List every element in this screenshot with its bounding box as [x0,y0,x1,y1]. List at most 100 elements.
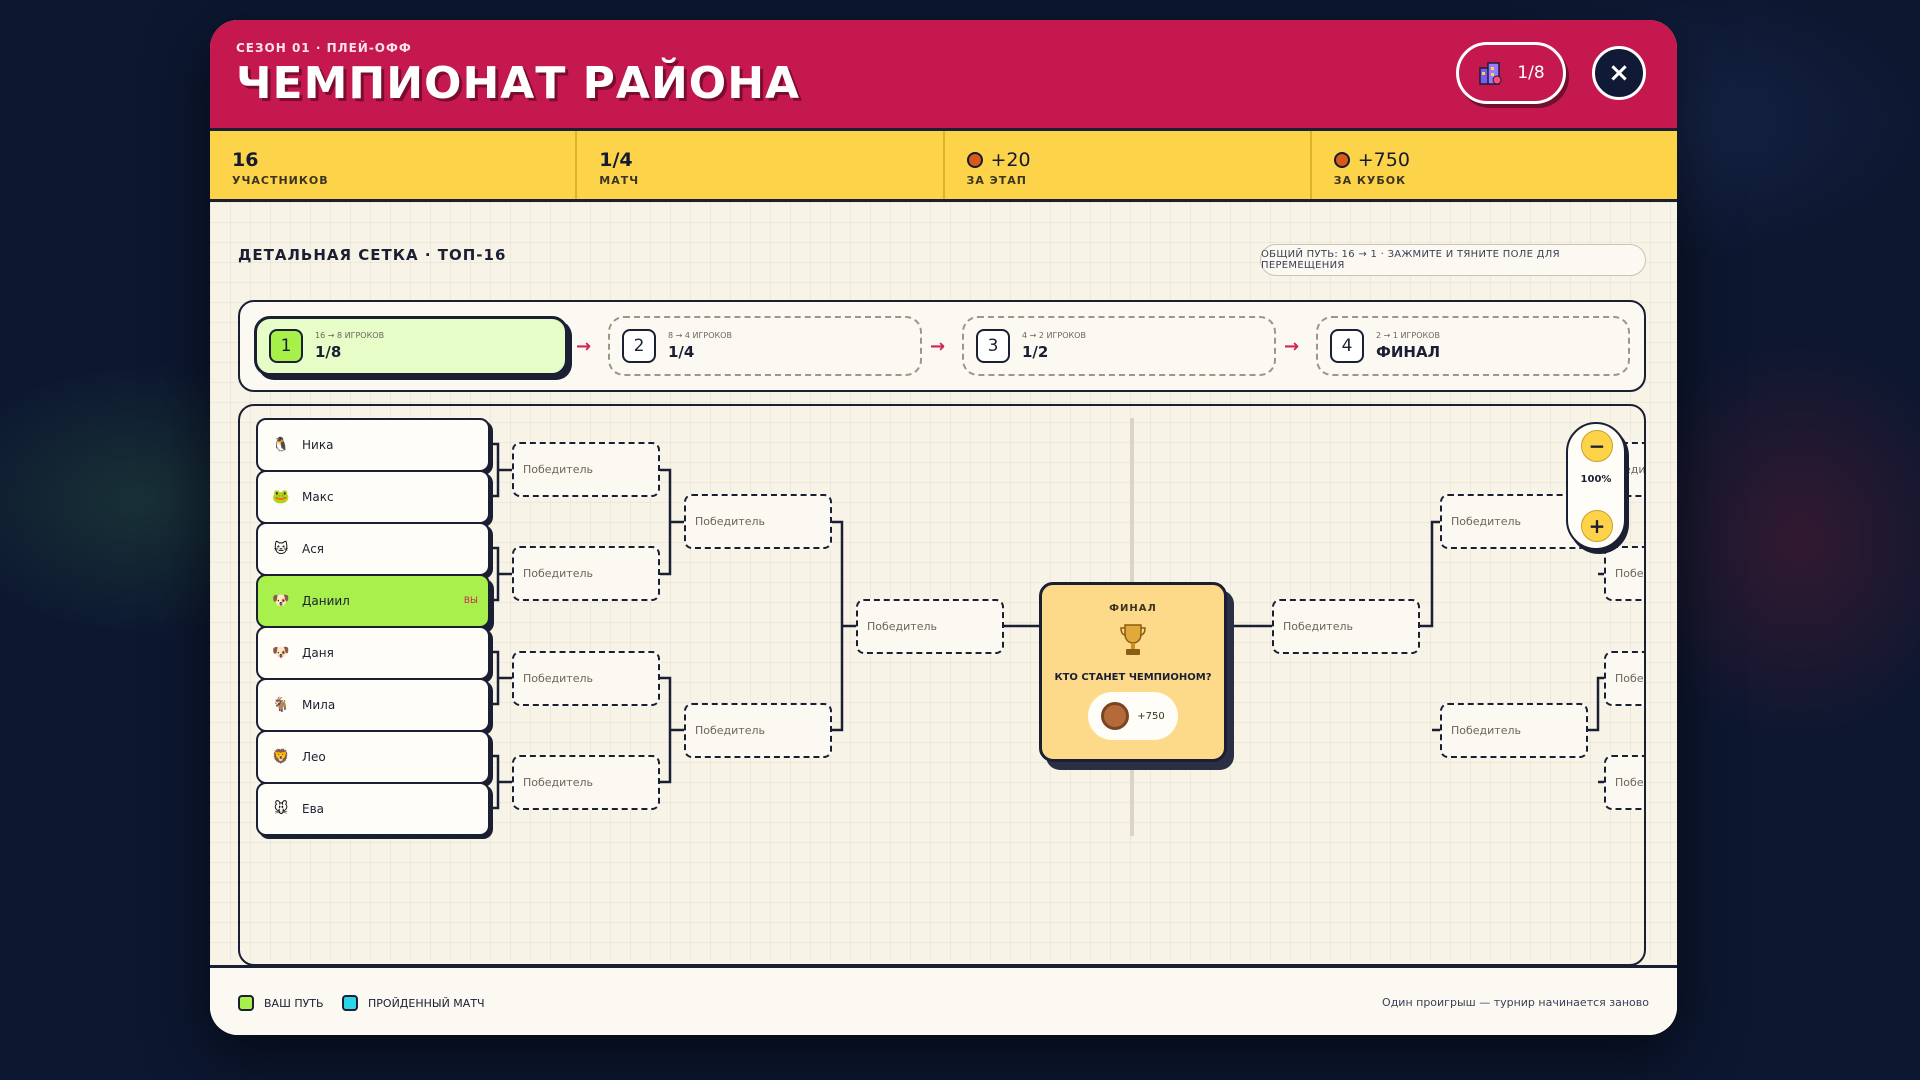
winner-slot[interactable]: Победитель [512,546,660,601]
player-card[interactable]: 🐐 Мила [256,678,490,732]
player-name: Даниил [302,594,350,608]
winner-slot[interactable]: Победитель [512,442,660,497]
winner-slot[interactable]: Побед [1604,755,1644,810]
winner-slot[interactable]: Победитель [1272,599,1420,654]
page-title: ЧЕМПИОНАТ РАЙОНА [236,58,801,109]
mouse-avatar-icon: 🐭 [273,801,289,817]
winner-slot[interactable]: Победитель [512,755,660,810]
stat-stage-reward: +20 ЗА ЭТАП [945,131,1312,199]
player-card[interactable]: 🐶 Даня [256,626,490,680]
final-question: КТО СТАНЕТ ЧЕМПИОНОМ? [1054,672,1212,683]
lion-avatar-icon: 🦁 [272,749,290,765]
stage-sub: 8 → 4 ИГРОКОВ [668,331,732,340]
stat-label: УЧАСТНИКОВ [232,174,329,187]
stage-name: 1/2 [1022,343,1049,361]
player-name: Ася [302,542,325,556]
legend-passed-match: ПРОЙДЕННЫЙ МАТЧ [342,995,485,1011]
legend-your-path: ВАШ ПУТЬ [238,995,324,1011]
player-name: Мила [302,698,336,712]
winner-slot[interactable]: Побед [1604,651,1644,706]
stage-step-1[interactable]: 1 16 → 8 ИГРОКОВ 1/8 [254,316,568,376]
stage-name: ФИНАЛ [1376,343,1441,361]
close-button[interactable]: × [1592,46,1646,100]
stage-number: 1 [269,329,303,363]
stat-cup-reward: +750 ЗА КУБОК [1312,131,1677,199]
stage-arrow-icon: → [576,336,592,357]
player-name: Макс [302,490,334,504]
stage-sub: 4 → 2 ИГРОКОВ [1022,331,1086,340]
zoom-level: 100% [1580,474,1612,485]
stage-number: 4 [1330,329,1364,363]
bracket-canvas[interactable]: 🐧 Ника 🐸 Макс 🐱 Ася 🐶 Даниил ВЫ 🐶 Даня 🐐… [238,404,1646,966]
drag-hint: ОБЩИЙ ПУТЬ: 16 → 1 · ЗАЖМИТЕ И ТЯНИТЕ ПО… [1260,244,1646,276]
zoom-in-button[interactable]: + [1581,510,1613,542]
winner-slot[interactable]: Победитель [1440,703,1588,758]
modal-header: СЕЗОН 01 · ПЛЕЙ-ОФФ ЧЕМПИОНАТ РАЙОНА 1/8… [210,20,1677,128]
dog-avatar-icon: 🐶 [272,593,290,609]
stat-value: 1/4 [599,149,633,171]
stage-step-4[interactable]: 4 2 → 1 ИГРОКОВ ФИНАЛ [1316,316,1630,376]
stat-participants: 16 УЧАСТНИКОВ [210,131,578,199]
paw-coin-icon [1101,702,1130,730]
final-prize-value: +750 [1137,710,1165,722]
legend-swatch [342,995,358,1011]
tournament-modal: СЕЗОН 01 · ПЛЕЙ-ОФФ ЧЕМПИОНАТ РАЙОНА 1/8… [210,20,1677,1035]
modal-footer: ВАШ ПУТЬ ПРОЙДЕННЫЙ МАТЧ Один проигрыш —… [210,965,1677,1035]
player-card[interactable]: 🐧 Ника [256,418,490,472]
season-kicker: СЕЗОН 01 · ПЛЕЙ-ОФФ [236,41,412,55]
stage-step-2[interactable]: 2 8 → 4 ИГРОКОВ 1/4 [608,316,922,376]
player-name: Лео [302,750,326,764]
zoom-control: − 100% + [1566,422,1626,550]
player-card[interactable]: 🦁 Лео [256,730,490,784]
player-name: Ника [302,438,334,452]
stage-name: 1/4 [668,343,695,361]
final-prize: +750 [1088,692,1178,740]
player-card[interactable]: 🐱 Ася [256,522,490,576]
penguin-avatar-icon: 🐧 [272,437,290,453]
section-title: ДЕТАЛЬНАЯ СЕТКА · ТОП-16 [238,246,507,264]
winner-slot[interactable]: Победитель [512,651,660,706]
legend-swatch [238,995,254,1011]
stage-number: 3 [976,329,1010,363]
footer-note: Один проигрыш — турнир начинается заново [1382,996,1649,1009]
zoom-out-button[interactable]: − [1581,430,1613,462]
stage-arrow-icon: → [930,336,946,357]
player-card[interactable]: 🐸 Макс [256,470,490,524]
winner-slot[interactable]: Победитель [684,703,832,758]
player-card[interactable]: 🐭 Ева [256,782,490,836]
stat-match: 1/4 МАТЧ [577,131,945,199]
paw-coin-icon [1333,152,1350,168]
stat-label: МАТЧ [599,174,640,187]
winner-slot[interactable]: Победитель [856,599,1004,654]
trophy-icon [1120,624,1146,655]
paw-coin-icon [966,152,983,168]
final-card[interactable]: ФИНАЛ КТО СТАНЕТ ЧЕМПИОНОМ? +750 [1039,582,1227,762]
dog-avatar-icon: 🐶 [272,645,290,661]
district-building-icon [1479,62,1502,85]
stage-badge[interactable]: 1/8 [1456,42,1566,104]
bracket-area: ДЕТАЛЬНАЯ СЕТКА · ТОП-16 ОБЩИЙ ПУТЬ: 16 … [210,202,1677,966]
you-badge: ВЫ [463,596,478,606]
frog-avatar-icon: 🐸 [272,489,290,505]
stat-label: ЗА ЭТАП [966,174,1027,187]
player-name: Ева [302,802,325,816]
stat-value: +20 [990,149,1031,171]
stage-progress: 1 16 → 8 ИГРОКОВ 1/8 → 2 8 → 4 ИГРОКОВ 1… [238,300,1646,392]
stage-step-3[interactable]: 3 4 → 2 ИГРОКОВ 1/2 [962,316,1276,376]
stage-sub: 16 → 8 ИГРОКОВ [315,331,385,340]
stage-badge-label: 1/8 [1517,63,1545,83]
goat-avatar-icon: 🐐 [272,697,290,713]
stat-label: ЗА КУБОК [1333,174,1407,187]
stage-number: 2 [622,329,656,363]
stage-name: 1/8 [315,343,342,361]
final-label: ФИНАЛ [1109,603,1157,614]
player-card-you[interactable]: 🐶 Даниил ВЫ [256,574,490,628]
cat-avatar-icon: 🐱 [273,541,289,557]
player-name: Даня [302,646,334,660]
winner-slot[interactable]: Побед [1604,546,1644,601]
stats-bar: 16 УЧАСТНИКОВ 1/4 МАТЧ +20 ЗА ЭТАП +750 … [210,128,1677,202]
legend-label: ПРОЙДЕННЫЙ МАТЧ [368,996,485,1010]
stage-arrow-icon: → [1284,336,1300,357]
winner-slot[interactable]: Победитель [684,494,832,549]
stat-value: 16 [232,149,259,171]
